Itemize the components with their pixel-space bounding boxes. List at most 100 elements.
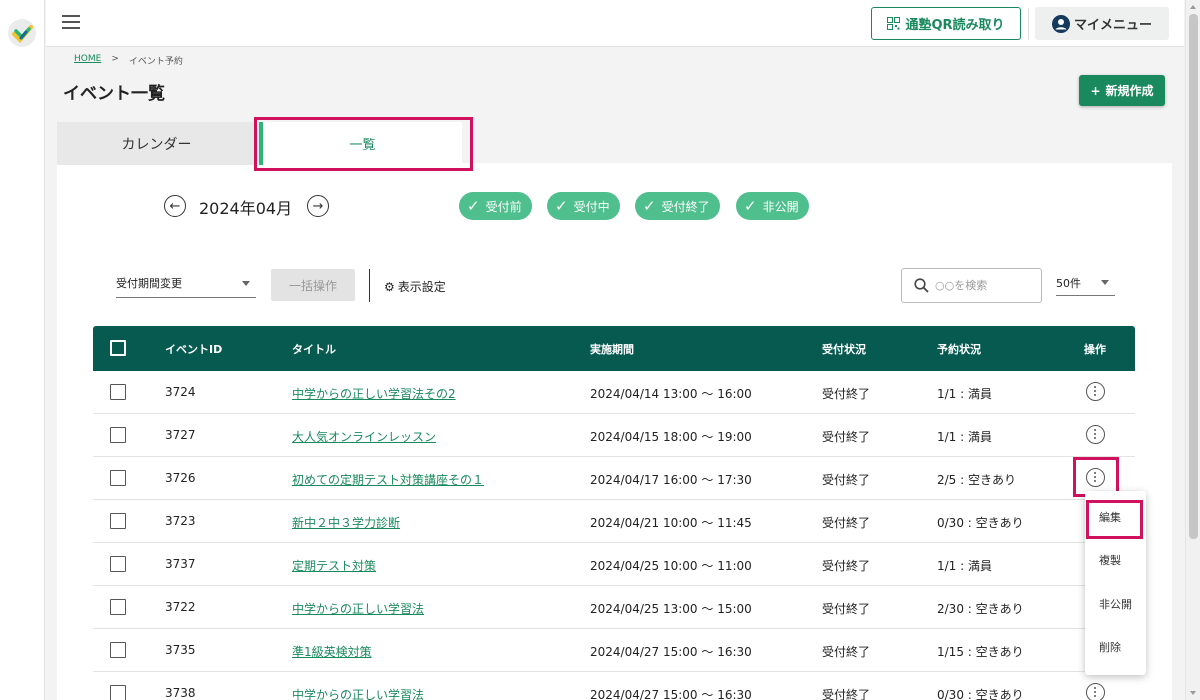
event-status: 受付終了 [822, 602, 871, 616]
event-title-link[interactable]: 定期テスト対策 [292, 557, 376, 574]
period-change-select[interactable]: 受付期間変更 [116, 270, 256, 298]
menu-item-delete[interactable]: 削除 [1085, 625, 1146, 668]
event-title-link[interactable]: 中学からの正しい学習法 [292, 600, 424, 617]
event-title-link[interactable]: 中学からの正しい学習法 [292, 686, 424, 700]
topbar-divider [1028, 8, 1029, 40]
event-title-link[interactable]: 初めての定期テスト対策講座その１ [292, 471, 484, 488]
next-month-arrow-icon[interactable]: → [307, 195, 329, 217]
event-status: 受付終了 [822, 688, 871, 700]
more-options-icon[interactable] [1086, 382, 1105, 401]
per-page-label: 50件 [1056, 277, 1081, 290]
row-checkbox[interactable] [110, 642, 126, 658]
display-settings-button[interactable]: ⚙ 表示設定 [384, 278, 446, 295]
event-reservation: 0/30 : 空きあり [937, 516, 1024, 530]
event-reservation: 2/5 : 空きあり [937, 473, 1016, 487]
row-checkbox[interactable] [110, 556, 126, 572]
row-checkbox[interactable] [110, 470, 126, 486]
edit-highlight-box [1086, 500, 1143, 539]
table-row: 3737 定期テスト対策 2024/04/25 10:00 ～ 11:00 受付… [93, 543, 1135, 586]
chevron-down-icon [1101, 280, 1109, 285]
more-options-icon[interactable] [1086, 683, 1105, 700]
event-reservation: 0/30 : 空きあり [937, 688, 1024, 700]
event-period: 2024/04/27 15:00 ～ 16:30 [590, 645, 752, 659]
col-header-title: タイトル [292, 343, 336, 356]
table-row: 3723 新中２中３学力診断 2024/04/21 10:00 ～ 11:45 … [93, 500, 1135, 543]
filter-chip-label: 受付中 [573, 199, 610, 214]
select-all-checkbox[interactable] [110, 340, 126, 356]
search-input[interactable] [935, 279, 1025, 292]
event-status: 受付終了 [822, 516, 871, 530]
month-label: 2024年04月 [199, 199, 293, 218]
page-title: イベント一覧 [63, 84, 165, 104]
row-checkbox[interactable] [110, 513, 126, 529]
table-row: 3738 中学からの正しい学習法 2024/04/27 15:00 ～ 16:3… [93, 672, 1135, 700]
event-period: 2024/04/25 10:00 ～ 11:00 [590, 559, 752, 573]
table-row: 3722 中学からの正しい学習法 2024/04/25 13:00 ～ 15:0… [93, 586, 1135, 629]
event-period: 2024/04/21 10:00 ～ 11:45 [590, 516, 752, 530]
my-menu-label: マイメニュー [1073, 18, 1152, 33]
check-icon: ✓ [555, 197, 568, 215]
toolbar-divider [369, 269, 370, 302]
app-logo-icon[interactable] [7, 18, 37, 48]
filter-chip-closed[interactable]: ✓ 受付終了 [635, 192, 720, 220]
user-avatar-icon [1051, 14, 1070, 33]
event-id: 3724 [165, 385, 196, 399]
event-reservation: 1/1 : 満員 [937, 430, 992, 444]
filter-chip-private[interactable]: ✓ 非公開 [736, 192, 809, 220]
event-id: 3722 [165, 600, 196, 614]
scroll-down-arrow-icon[interactable] [1190, 691, 1196, 695]
period-change-label: 受付期間変更 [116, 277, 182, 290]
event-status: 受付終了 [822, 559, 871, 573]
row-checkbox[interactable] [110, 685, 126, 700]
filter-chip-label: 受付前 [485, 199, 522, 214]
event-title-link[interactable]: 準1級英検対策 [292, 643, 372, 660]
search-box[interactable] [901, 268, 1042, 303]
filter-chip-label: 受付終了 [661, 199, 710, 214]
filter-chip-before[interactable]: ✓ 受付前 [459, 192, 532, 220]
new-event-label: 新規作成 [1105, 84, 1154, 98]
event-period: 2024/04/27 15:00 ～ 16:30 [590, 688, 752, 700]
my-menu-button[interactable]: マイメニュー [1035, 7, 1169, 40]
event-period: 2024/04/14 13:00 ～ 16:00 [590, 387, 752, 401]
table-row: 3726 初めての定期テスト対策講座その１ 2024/04/17 16:00 ～… [93, 457, 1135, 500]
table-header: イベントID タイトル 実施期間 受付状況 予約状況 操作 [93, 326, 1135, 371]
qr-scan-button[interactable]: 通塾QR読み取り [871, 7, 1021, 40]
scroll-up-arrow-icon[interactable] [1190, 5, 1196, 9]
per-page-select[interactable]: 50件 [1056, 270, 1115, 296]
check-icon: ✓ [744, 197, 757, 215]
check-icon: ✓ [643, 197, 656, 215]
event-status: 受付終了 [822, 645, 871, 659]
event-title-link[interactable]: 大人気オンラインレッスン [292, 428, 436, 445]
vertical-scrollbar[interactable] [1185, 0, 1200, 700]
event-period: 2024/04/15 18:00 ～ 19:00 [590, 430, 752, 444]
event-id: 3723 [165, 514, 196, 528]
breadcrumb-home-link[interactable]: HOME [74, 54, 101, 67]
event-status: 受付終了 [822, 473, 871, 487]
event-title-link[interactable]: 新中２中３学力診断 [292, 514, 400, 531]
bulk-action-button[interactable]: 一括操作 [271, 269, 355, 301]
event-status: 受付終了 [822, 430, 871, 444]
left-rail [0, 0, 45, 700]
menu-item-duplicate[interactable]: 複製 [1085, 538, 1146, 581]
breadcrumb-separator: > [111, 54, 119, 64]
menu-item-unpublish[interactable]: 非公開 [1085, 582, 1146, 625]
tab-calendar[interactable]: カレンダー [57, 122, 256, 165]
scroll-thumb[interactable] [1189, 14, 1198, 539]
new-event-button[interactable]: + 新規作成 [1079, 75, 1165, 106]
top-bar: 通塾QR読み取り マイメニュー [46, 0, 1184, 47]
prev-month-arrow-icon[interactable]: ← [164, 195, 186, 217]
event-id: 3738 [165, 686, 196, 700]
plus-icon: + [1090, 83, 1101, 98]
event-id: 3737 [165, 557, 196, 571]
event-reservation: 2/30 : 空きあり [937, 602, 1024, 616]
more-options-icon[interactable] [1086, 425, 1105, 444]
event-id: 3735 [165, 643, 196, 657]
filter-chip-open[interactable]: ✓ 受付中 [547, 192, 620, 220]
event-title-link[interactable]: 中学からの正しい学習法その2 [292, 385, 456, 402]
tab-highlight-box [254, 117, 473, 171]
row-checkbox[interactable] [110, 384, 126, 400]
hamburger-menu-icon[interactable] [62, 15, 80, 29]
row-checkbox[interactable] [110, 599, 126, 615]
col-header-period: 実施期間 [590, 343, 634, 356]
row-checkbox[interactable] [110, 427, 126, 443]
